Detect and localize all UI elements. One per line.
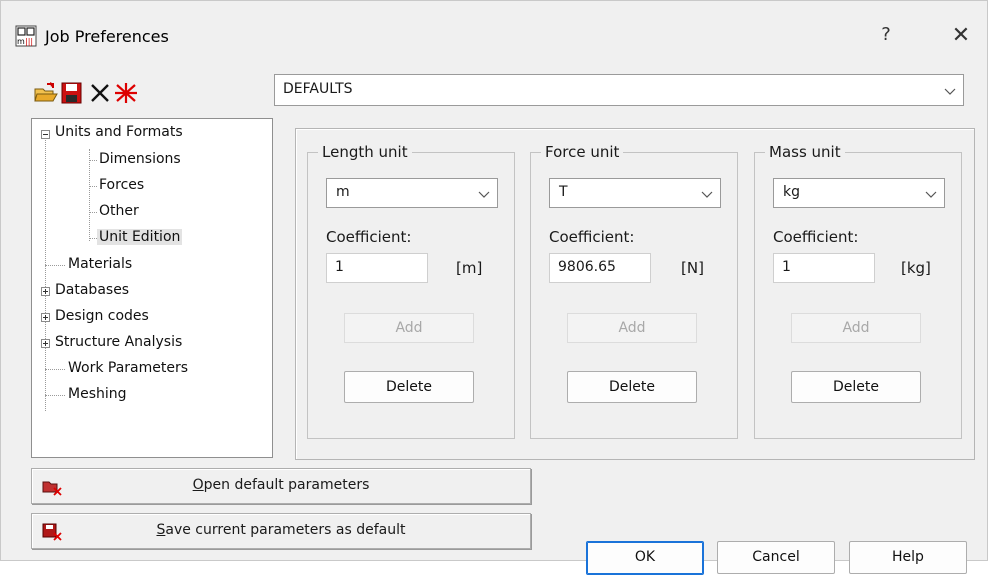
- group-legend: Length unit: [318, 143, 412, 161]
- tree-connector: [89, 212, 97, 213]
- tree-connector: [89, 238, 97, 239]
- add-button[interactable]: Add: [791, 313, 921, 343]
- button-label: Save current parameters as default: [156, 522, 406, 538]
- profile-combobox-value: DEFAULTS: [283, 81, 353, 97]
- reset-star-icon[interactable]: [113, 81, 139, 105]
- select-value: kg: [783, 184, 800, 200]
- add-button[interactable]: Add: [567, 313, 697, 343]
- group-legend: Mass unit: [765, 143, 845, 161]
- delete-x-icon[interactable]: [87, 81, 113, 105]
- open-folder-icon[interactable]: [33, 81, 59, 105]
- profile-combobox[interactable]: DEFAULTS: [274, 74, 964, 106]
- tree-connector: [89, 160, 97, 161]
- chevron-down-icon: [478, 191, 490, 198]
- input-value: 9806.65: [558, 259, 616, 275]
- mass-coefficient-input[interactable]: 1: [773, 253, 875, 283]
- mass-unit-group: Mass unit kg Coefficient: 1 [kg] Add Del…: [754, 143, 962, 439]
- tree-connector: [89, 149, 90, 241]
- delete-button[interactable]: Delete: [344, 371, 474, 403]
- tree-connector: [45, 265, 65, 266]
- tree-item-dimensions[interactable]: Dimensions: [99, 151, 181, 167]
- tree-item-other[interactable]: Other: [99, 203, 139, 219]
- force-unit-select[interactable]: T: [549, 178, 721, 208]
- unit-suffix: [N]: [681, 259, 704, 277]
- tree-item-meshing[interactable]: Meshing: [68, 386, 127, 402]
- help-question-button[interactable]: ?: [874, 23, 898, 47]
- unit-suffix: [m]: [456, 259, 483, 277]
- input-value: 1: [782, 259, 791, 275]
- close-button[interactable]: ✕: [948, 23, 974, 49]
- tree-connector: [89, 186, 97, 187]
- tree-item-units-and-formats[interactable]: Units and Formats: [55, 124, 183, 140]
- expand-icon[interactable]: [41, 313, 50, 322]
- collapse-icon[interactable]: [41, 130, 50, 139]
- input-value: 1: [335, 259, 344, 275]
- length-coefficient-input[interactable]: 1: [326, 253, 428, 283]
- coefficient-label: Coefficient:: [549, 228, 635, 246]
- tree-item-materials[interactable]: Materials: [68, 256, 132, 272]
- group-legend: Force unit: [541, 143, 624, 161]
- save-disk-icon[interactable]: [59, 81, 85, 105]
- app-icon: m |||: [15, 25, 37, 47]
- length-unit-group: Length unit m Coefficient: 1 [m] Add Del…: [307, 143, 515, 439]
- tree-item-databases[interactable]: Databases: [55, 282, 129, 298]
- tree-item-structure-analysis[interactable]: Structure Analysis: [55, 334, 182, 350]
- chevron-down-icon: [925, 191, 937, 198]
- chevron-down-icon: [701, 191, 713, 198]
- tree-item-work-parameters[interactable]: Work Parameters: [68, 360, 188, 376]
- window-title: Job Preferences: [45, 27, 169, 46]
- svg-text:m: m: [17, 37, 25, 46]
- length-unit-select[interactable]: m: [326, 178, 498, 208]
- button-label: Open default parameters: [192, 477, 370, 493]
- tree-connector: [45, 369, 65, 370]
- coefficient-label: Coefficient:: [773, 228, 859, 246]
- tree-item-forces[interactable]: Forces: [99, 177, 144, 193]
- select-value: T: [559, 184, 568, 200]
- delete-button[interactable]: Delete: [567, 371, 697, 403]
- save-as-default-button[interactable]: Save current parameters as default: [31, 513, 531, 549]
- add-button[interactable]: Add: [344, 313, 474, 343]
- job-preferences-dialog: m ||| Job Preferences ? ✕ DEFAULTS Units…: [0, 0, 988, 575]
- coefficient-label: Coefficient:: [326, 228, 412, 246]
- expand-icon[interactable]: [41, 339, 50, 348]
- select-value: m: [336, 184, 350, 200]
- unit-suffix: [kg]: [901, 259, 931, 277]
- open-default-parameters-button[interactable]: Open default parameters: [31, 468, 531, 504]
- ok-button[interactable]: OK: [586, 541, 704, 575]
- cancel-button[interactable]: Cancel: [717, 541, 835, 574]
- delete-button[interactable]: Delete: [791, 371, 921, 403]
- title-bar: m ||| Job Preferences ? ✕: [1, 1, 987, 79]
- tree-item-unit-edition[interactable]: Unit Edition: [97, 229, 183, 245]
- tree-item-design-codes[interactable]: Design codes: [55, 308, 149, 324]
- mass-unit-select[interactable]: kg: [773, 178, 945, 208]
- force-coefficient-input[interactable]: 9806.65: [549, 253, 651, 283]
- tree-connector: [45, 395, 65, 396]
- preferences-tree[interactable]: Units and Formats Dimensions Forces Othe…: [31, 118, 273, 458]
- svg-text:|||: |||: [25, 37, 33, 46]
- force-unit-group: Force unit T Coefficient: 9806.65 [N] Ad…: [530, 143, 738, 439]
- expand-icon[interactable]: [41, 287, 50, 296]
- help-button[interactable]: Help: [849, 541, 967, 574]
- chevron-down-icon: [944, 88, 956, 95]
